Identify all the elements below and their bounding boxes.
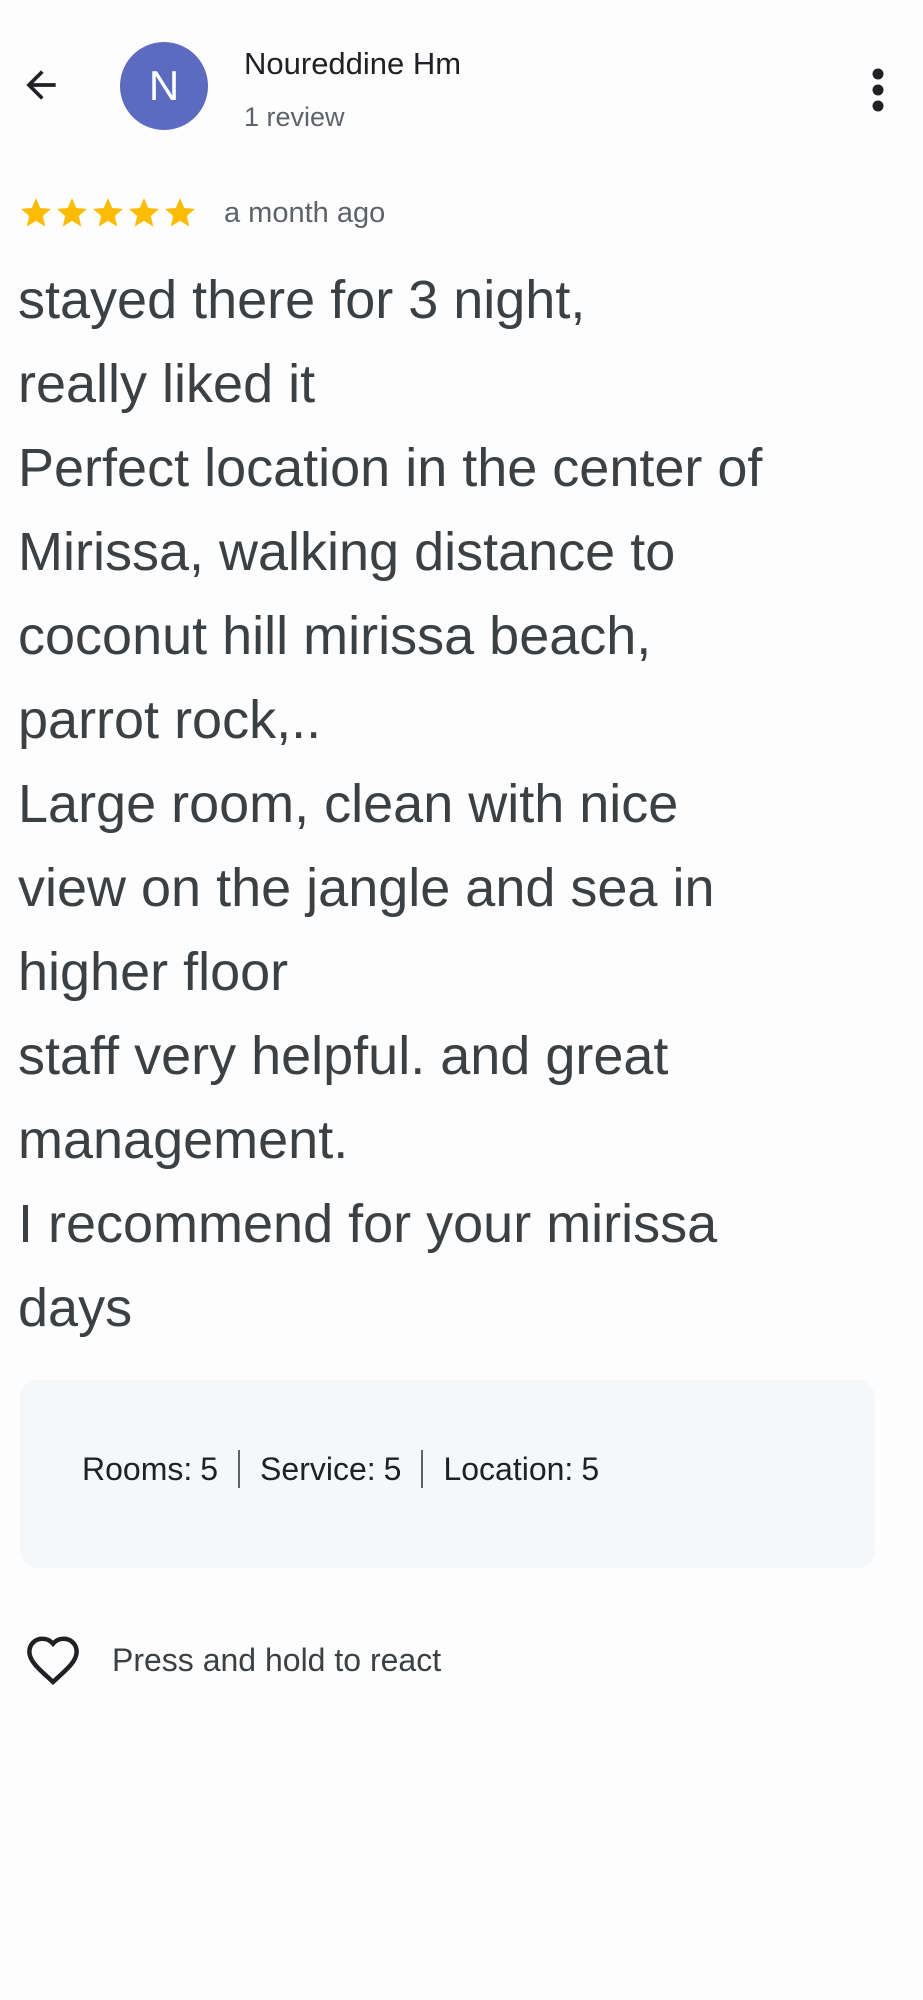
star-icon	[21, 198, 51, 227]
star-icon	[165, 198, 195, 227]
rating-value: 5	[200, 1450, 219, 1487]
react-label: Press and hold to react	[112, 1641, 442, 1678]
review-date: a month ago	[224, 196, 386, 229]
author-review-count: 1 review	[244, 102, 345, 132]
author-name[interactable]: Noureddine Hm	[244, 46, 461, 82]
rating-separator	[238, 1450, 241, 1488]
heart-outline-icon	[27, 1636, 79, 1686]
rating-label: Service:	[260, 1450, 376, 1487]
rating-value: 5	[581, 1450, 600, 1487]
rating-value: 5	[383, 1450, 402, 1487]
review-line: parrot rock,..	[18, 690, 322, 750]
review-line: I recommend for your mirissa	[18, 1194, 718, 1254]
review-line: coconut hill mirissa beach,	[18, 606, 652, 666]
review-line: management.	[18, 1110, 349, 1170]
review-body: stayed there for 3 night, really liked it…	[18, 258, 918, 1350]
aspect-ratings-card: Rooms: 5 Service: 5 Location: 5	[20, 1380, 875, 1568]
review-line: staff very helpful. and great	[18, 1026, 669, 1086]
review-line: view on the jangle and sea in	[18, 858, 715, 918]
review-line: really liked it	[18, 354, 316, 414]
rating-separator	[421, 1450, 424, 1488]
star-icon	[129, 198, 159, 227]
review-line: Perfect location in the center of	[18, 438, 763, 498]
review-line: higher floor	[18, 942, 289, 1002]
more-vert-icon	[872, 68, 884, 112]
review-line: days	[18, 1278, 133, 1338]
review-line: Mirissa, walking distance to	[18, 522, 676, 582]
more-options-button[interactable]	[858, 60, 898, 120]
star-icon	[93, 198, 123, 227]
avatar[interactable]: N	[120, 42, 208, 130]
react-button[interactable]: Press and hold to react	[24, 1634, 441, 1686]
rating-row: a month ago	[18, 195, 385, 231]
review-line: stayed there for 3 night,	[18, 270, 586, 330]
star-icon	[57, 198, 87, 227]
star-rating	[18, 195, 198, 231]
review-line: Large room, clean with nice	[18, 774, 679, 834]
rating-label: Rooms:	[82, 1450, 193, 1487]
aspect-ratings: Rooms: 5 Service: 5 Location: 5	[82, 1450, 599, 1488]
back-button[interactable]	[14, 58, 68, 112]
avatar-initial: N	[148, 62, 180, 109]
rating-label: Location:	[443, 1450, 574, 1487]
arrow-back-icon	[26, 70, 56, 100]
